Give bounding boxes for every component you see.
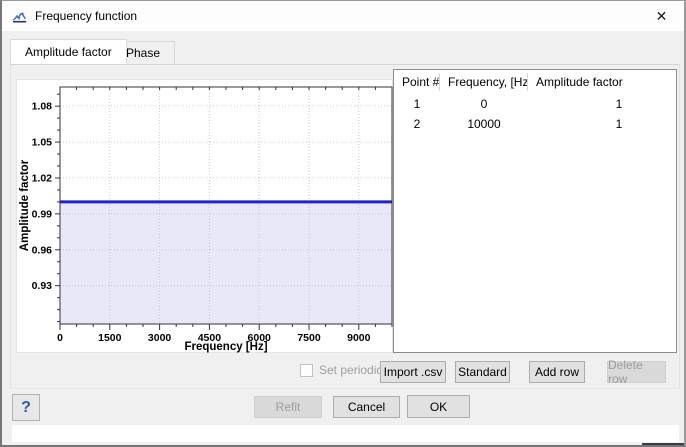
svg-text:1.05: 1.05 xyxy=(32,137,53,149)
table-cell: 10000 xyxy=(440,117,528,131)
close-icon: ✕ xyxy=(656,8,668,25)
delete-row-button: Delete row xyxy=(607,361,666,383)
table-header-row: Point # Frequency, [Hz] Amplitude factor xyxy=(394,70,676,94)
frequency-function-dialog: Frequency function ✕ Amplitude factor Ph… xyxy=(0,0,686,447)
close-button[interactable]: ✕ xyxy=(639,1,684,31)
svg-text:1500: 1500 xyxy=(98,332,122,344)
table-row[interactable]: 101 xyxy=(394,94,676,114)
set-periodic-label: Set periodic xyxy=(319,363,382,377)
svg-text:Frequency [Hz]: Frequency [Hz] xyxy=(184,341,267,353)
column-header-frequency: Frequency, [Hz] xyxy=(440,73,528,91)
frequency-chart: 01500300045006000750090000.930.960.991.0… xyxy=(16,79,393,353)
set-periodic-checkbox xyxy=(300,364,313,377)
title-bar: Frequency function ✕ xyxy=(2,1,684,31)
column-header-point: Point # xyxy=(394,73,440,91)
points-table-body: 1012100001 xyxy=(394,94,676,134)
help-button[interactable]: ? xyxy=(12,394,40,421)
add-row-button[interactable]: Add row xyxy=(529,361,585,383)
background-window-fragment xyxy=(642,443,686,447)
table-cell: 0 xyxy=(440,97,528,111)
column-header-amplitude: Amplitude factor xyxy=(528,73,674,91)
table-row[interactable]: 2100001 xyxy=(394,114,676,134)
tab-amplitude-factor[interactable]: Amplitude factor xyxy=(10,39,127,64)
set-periodic-control: Set periodic xyxy=(300,363,382,377)
svg-text:0.99: 0.99 xyxy=(32,208,53,220)
ok-button[interactable]: OK xyxy=(407,395,470,418)
cancel-button[interactable]: Cancel xyxy=(333,396,400,418)
window-title: Frequency function xyxy=(35,9,137,23)
table-cell: 2 xyxy=(394,117,440,131)
table-cell: 1 xyxy=(528,97,674,111)
svg-text:1.02: 1.02 xyxy=(32,172,53,184)
refit-button: Refit xyxy=(254,396,322,418)
svg-text:7500: 7500 xyxy=(297,332,321,344)
table-cell: 1 xyxy=(528,117,674,131)
status-bar xyxy=(12,425,679,442)
svg-text:0.93: 0.93 xyxy=(32,280,53,292)
points-table[interactable]: Point # Frequency, [Hz] Amplitude factor… xyxy=(393,69,677,353)
frequency-chart-svg: 01500300045006000750090000.930.960.991.0… xyxy=(17,80,394,354)
table-cell: 1 xyxy=(394,97,440,111)
svg-text:0: 0 xyxy=(57,332,63,344)
tab-label: Phase xyxy=(126,46,160,60)
svg-text:1.08: 1.08 xyxy=(32,101,53,113)
import-csv-button[interactable]: Import .csv xyxy=(380,361,446,383)
waveform-chart-icon xyxy=(12,8,28,24)
svg-text:9000: 9000 xyxy=(347,332,371,344)
standard-button[interactable]: Standard xyxy=(455,361,510,383)
tab-label: Amplitude factor xyxy=(25,45,112,59)
svg-text:0.96: 0.96 xyxy=(32,244,53,256)
svg-text:3000: 3000 xyxy=(148,332,172,344)
svg-text:Amplitude factor: Amplitude factor xyxy=(19,159,31,251)
